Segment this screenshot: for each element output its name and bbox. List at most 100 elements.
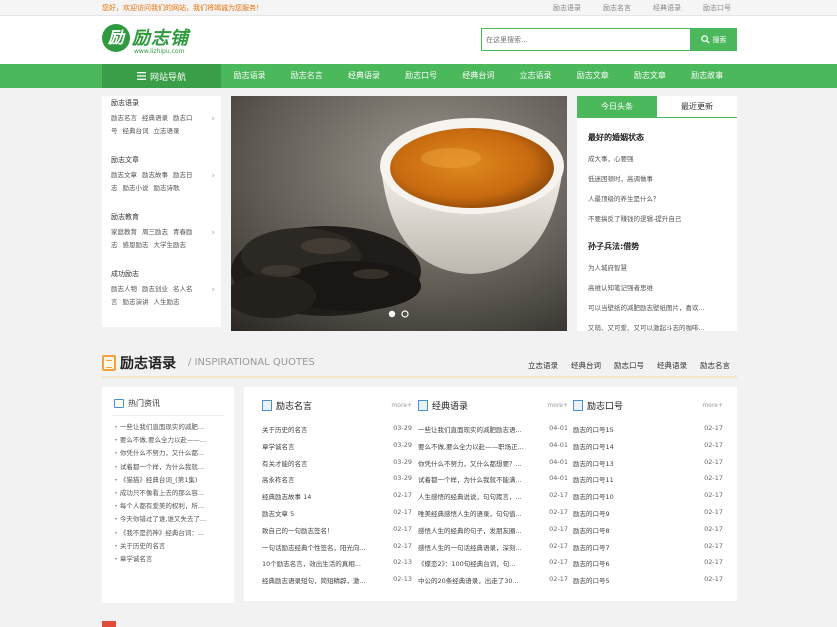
row-title[interactable]: 《蝶恋2》：100句经典台词，句...: [418, 558, 538, 568]
category-link[interactable]: 励志诗歌: [154, 184, 180, 192]
nav-item[interactable]: 励志语录: [221, 64, 278, 88]
site-logo[interactable]: 励 励志铺 www.lizhipu.com: [102, 22, 202, 58]
list-item[interactable]: 每个人都有爱美的权利，所...: [114, 500, 222, 513]
table-row[interactable]: 有关才能的名言 03-29: [262, 458, 412, 475]
category-link[interactable]: 经典语录: [142, 114, 168, 122]
section-link[interactable]: 经典台词: [571, 360, 601, 371]
banner-slideshow[interactable]: [231, 96, 567, 331]
table-row[interactable]: 高永祚名言 03-29: [262, 474, 412, 491]
nav-item[interactable]: 励志故事: [679, 64, 736, 88]
row-title[interactable]: 关于历史的名言: [262, 424, 382, 434]
row-title[interactable]: 中公的20条经典语录，出走了30...: [418, 575, 538, 585]
list-title[interactable]: 励志口号: [587, 399, 623, 412]
table-row[interactable]: 10个励志名言，效出生活的真相... 02-13: [262, 558, 412, 575]
more-link[interactable]: more+: [391, 402, 412, 409]
news-item[interactable]: 人最顶级的养生是什么？: [588, 193, 728, 203]
table-row[interactable]: 你凭什么不努力，又什么都想要？... 04-01: [418, 458, 568, 475]
list-item[interactable]: 《我不是药神》经典台词：...: [114, 527, 222, 540]
row-title[interactable]: 励志的口号5: [573, 575, 693, 585]
category-link[interactable]: 人生励志: [154, 298, 180, 306]
table-row[interactable]: 人生感悟的经典说说，句句箴言，... 02-17: [418, 491, 568, 508]
search-input[interactable]: [481, 28, 690, 51]
news-item[interactable]: 又萌、又可爱、又可以激起斗志的咖啡...: [588, 322, 728, 332]
tab-recent-updates[interactable]: 最近更新: [657, 96, 737, 118]
nav-item[interactable]: 励志文章: [564, 64, 621, 88]
category-link[interactable]: 周三励志: [142, 228, 168, 236]
table-row[interactable]: 励志的口号14 02-17: [573, 441, 723, 458]
table-row[interactable]: 励志的口号13 02-17: [573, 458, 723, 475]
row-title[interactable]: 要么不做,要么全力以赴——职场正...: [418, 441, 538, 451]
row-title[interactable]: 唯美经典感悟人生的语录，句句值...: [418, 508, 538, 518]
row-title[interactable]: 励志的口号7: [573, 542, 693, 552]
row-title[interactable]: 励志的口号15: [573, 424, 693, 434]
table-row[interactable]: 经典励志语录短句，简短精辟，激... 02-13: [262, 575, 412, 592]
category-link[interactable]: 励志故事: [142, 171, 168, 179]
table-row[interactable]: 励志的口号10 02-17: [573, 491, 723, 508]
list-title[interactable]: 经典语录: [432, 399, 468, 412]
top-link[interactable]: 励志口号: [703, 3, 731, 13]
category-link[interactable]: 立志语录: [154, 127, 180, 135]
list-item[interactable]: 章学诚名言: [114, 553, 222, 566]
category-title[interactable]: 励志文章: [111, 155, 215, 165]
list-title[interactable]: 励志名言: [276, 399, 312, 412]
table-row[interactable]: 要么不做,要么全力以赴——职场正... 04-01: [418, 441, 568, 458]
table-row[interactable]: 《蝶恋2》：100句经典台词，句... 02-17: [418, 558, 568, 575]
table-row[interactable]: 励志的口号15 02-17: [573, 424, 723, 441]
news-item[interactable]: 成大事，心要强: [588, 153, 728, 163]
news-item[interactable]: 不要搞反了赚钱的逻辑-提升自己: [588, 213, 728, 223]
table-row[interactable]: 励志的口号9 02-17: [573, 508, 723, 525]
row-title[interactable]: 你凭什么不努力，又什么都想要？...: [418, 458, 538, 468]
category-link[interactable]: 励志名言: [111, 114, 137, 122]
list-item[interactable]: 今天你错过了谁,谁又失去了...: [114, 513, 222, 526]
list-item[interactable]: 你凭什么不努力，又什么都...: [114, 447, 222, 460]
category-link[interactable]: 励志文章: [111, 171, 137, 179]
category-title[interactable]: 成功励志: [111, 269, 215, 279]
section-link[interactable]: 经典语录: [657, 360, 687, 371]
table-row[interactable]: 一些让我们直面现实的减肥励志语... 04-01: [418, 424, 568, 441]
category-link[interactable]: 励志创业: [142, 285, 168, 293]
news-group-title[interactable]: 最好的婚姻状态: [588, 132, 728, 143]
news-group-title[interactable]: 孙子兵法:借势: [588, 241, 728, 252]
list-item[interactable]: 关于历史的名言: [114, 540, 222, 553]
row-title[interactable]: 人生感悟的经典说说，句句箴言，...: [418, 491, 538, 501]
section-link[interactable]: 立志语录: [528, 360, 558, 371]
nav-item[interactable]: 励志名言: [278, 64, 335, 88]
search-button[interactable]: 搜索: [690, 28, 737, 51]
nav-site-guide[interactable]: 网站导航: [102, 64, 221, 88]
table-row[interactable]: 感悟人生的一句话经典语录，深刻... 02-17: [418, 542, 568, 559]
category-link[interactable]: 励志小说: [123, 184, 149, 192]
row-title[interactable]: 章学诚名言: [262, 441, 382, 451]
category-link[interactable]: 家庭教育: [111, 228, 137, 236]
more-link[interactable]: more+: [547, 402, 568, 409]
row-title[interactable]: 励志的口号10: [573, 491, 693, 501]
list-item[interactable]: 要么不做,要么全力以赴——...: [114, 434, 222, 447]
nav-item[interactable]: 励志口号: [393, 64, 450, 88]
list-item[interactable]: 成功只不像看上去的那么容...: [114, 487, 222, 500]
table-row[interactable]: 经典励志故事 14 02-17: [262, 491, 412, 508]
category-link[interactable]: 励志演讲: [123, 298, 149, 306]
table-row[interactable]: 励志的口号8 02-17: [573, 525, 723, 542]
row-title[interactable]: 一句话励志经典个性签名，阳光向...: [262, 542, 382, 552]
section-link[interactable]: 励志口号: [614, 360, 644, 371]
row-title[interactable]: 感悟人生的一句话经典语录，深刻...: [418, 542, 538, 552]
category-link[interactable]: 大学生励志: [154, 241, 187, 249]
more-link[interactable]: more+: [702, 402, 723, 409]
section-link[interactable]: 励志名言: [700, 360, 730, 371]
nav-item[interactable]: 立志语录: [507, 64, 564, 88]
news-item[interactable]: 低迷困顿时，高调做事: [588, 173, 728, 183]
category-title[interactable]: 励志语录: [111, 98, 215, 108]
table-row[interactable]: 一句话励志经典个性签名，阳光向... 02-17: [262, 542, 412, 559]
table-row[interactable]: 试着都一个样，为什么我就不能满... 04-01: [418, 474, 568, 491]
tab-today-headlines[interactable]: 今日头条: [577, 96, 657, 118]
row-title[interactable]: 励志的口号8: [573, 525, 693, 535]
table-row[interactable]: 励志文章 5 02-17: [262, 508, 412, 525]
row-title[interactable]: 10个励志名言，效出生活的真相...: [262, 558, 382, 568]
list-item[interactable]: 试着都一个样，为什么我就...: [114, 461, 222, 474]
table-row[interactable]: 励志的口号5 02-17: [573, 575, 723, 592]
row-title[interactable]: 一些让我们直面现实的减肥励志语...: [418, 424, 538, 434]
nav-item[interactable]: 励志文章: [621, 64, 678, 88]
category-title[interactable]: 励志教育: [111, 212, 215, 222]
row-title[interactable]: 有关才能的名言: [262, 458, 382, 468]
top-link[interactable]: 励志名言: [603, 3, 631, 13]
row-title[interactable]: 感悟人生的经典的句子，发朋友圈...: [418, 525, 538, 535]
